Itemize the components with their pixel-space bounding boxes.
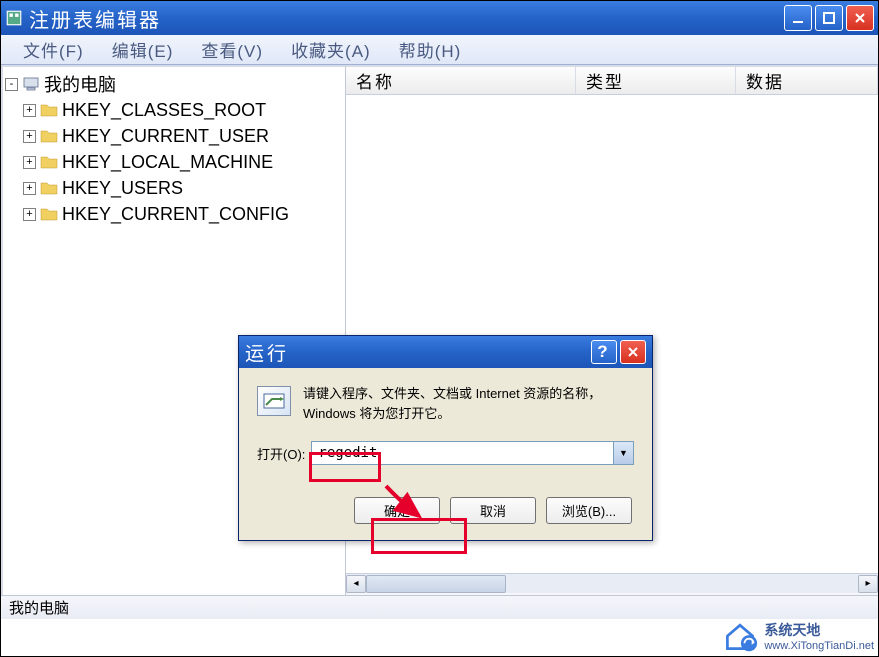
tree-item[interactable]: + HKEY_USERS — [23, 175, 343, 201]
dialog-close-button[interactable] — [620, 340, 646, 364]
tree-item-label[interactable]: HKEY_LOCAL_MACHINE — [62, 152, 273, 173]
watermark: 系统天地 www.XiTongTianDi.net — [722, 618, 874, 654]
close-button[interactable] — [846, 5, 874, 31]
browse-button[interactable]: 浏览(B)... — [546, 497, 632, 524]
scroll-left-button[interactable]: ◂ — [346, 575, 366, 593]
tree-item[interactable]: + HKEY_CURRENT_USER — [23, 123, 343, 149]
scroll-track[interactable] — [366, 575, 858, 593]
ok-button[interactable]: 确定 — [354, 497, 440, 524]
open-label: 打开(O): — [257, 444, 305, 463]
menu-edit[interactable]: 编辑(E) — [98, 35, 188, 64]
minimize-button[interactable] — [784, 5, 812, 31]
watermark-url: www.XiTongTianDi.net — [764, 640, 874, 652]
help-button[interactable]: ? — [591, 340, 617, 364]
menu-file[interactable]: 文件(F) — [9, 35, 98, 64]
combo-dropdown-button[interactable]: ▼ — [613, 442, 633, 464]
folder-icon — [40, 128, 58, 144]
tree-children: + HKEY_CLASSES_ROOT + HKEY_CURRENT_USER … — [23, 97, 343, 227]
watermark-logo-icon — [722, 618, 758, 654]
computer-icon — [22, 76, 40, 92]
maximize-button[interactable] — [815, 5, 843, 31]
folder-icon — [40, 180, 58, 196]
open-input[interactable] — [312, 445, 613, 461]
app-icon — [5, 9, 23, 27]
dialog-body: 请键入程序、文件夹、文档或 Internet 资源的名称，Windows 将为您… — [239, 368, 652, 540]
expand-icon[interactable]: + — [23, 104, 36, 117]
horizontal-scrollbar[interactable]: ◂ ▸ — [346, 573, 878, 593]
dialog-titlebar[interactable]: 运行 ? — [239, 336, 652, 368]
column-name[interactable]: 名称 — [346, 67, 576, 94]
tree-item[interactable]: + HKEY_CURRENT_CONFIG — [23, 201, 343, 227]
titlebar[interactable]: 注册表编辑器 — [1, 1, 878, 35]
scroll-thumb[interactable] — [366, 575, 506, 593]
menubar: 文件(F) 编辑(E) 查看(V) 收藏夹(A) 帮助(H) — [1, 35, 878, 65]
window-controls — [784, 5, 874, 31]
statusbar: 我的电脑 — [1, 595, 878, 619]
column-data[interactable]: 数据 — [736, 67, 878, 94]
dialog-title: 运行 — [245, 339, 591, 366]
expand-icon[interactable]: + — [23, 130, 36, 143]
list-header: 名称 类型 数据 — [346, 67, 878, 95]
watermark-name: 系统天地 — [764, 620, 874, 640]
expand-icon[interactable]: + — [23, 208, 36, 221]
expand-icon[interactable]: + — [23, 156, 36, 169]
menu-favorites[interactable]: 收藏夹(A) — [277, 35, 385, 64]
folder-icon — [40, 154, 58, 170]
folder-icon — [40, 206, 58, 222]
tree-item[interactable]: + HKEY_CLASSES_ROOT — [23, 97, 343, 123]
tree-item[interactable]: + HKEY_LOCAL_MACHINE — [23, 149, 343, 175]
open-combobox[interactable]: ▼ — [311, 441, 634, 465]
menu-help[interactable]: 帮助(H) — [385, 35, 476, 64]
scroll-right-button[interactable]: ▸ — [858, 575, 878, 593]
collapse-icon[interactable]: - — [5, 78, 18, 91]
dialog-description: 请键入程序、文件夹、文档或 Internet 资源的名称，Windows 将为您… — [303, 384, 634, 423]
expand-icon[interactable]: + — [23, 182, 36, 195]
menu-view[interactable]: 查看(V) — [187, 35, 277, 64]
tree-item-label[interactable]: HKEY_CLASSES_ROOT — [62, 100, 266, 121]
dialog-buttons: 确定 取消 浏览(B)... — [257, 497, 634, 524]
column-type[interactable]: 类型 — [576, 67, 736, 94]
tree-item-label[interactable]: HKEY_USERS — [62, 178, 183, 199]
tree-root-label[interactable]: 我的电脑 — [44, 71, 116, 97]
window-title: 注册表编辑器 — [29, 4, 784, 33]
cancel-button[interactable]: 取消 — [450, 497, 536, 524]
run-dialog[interactable]: 运行 ? 请键入程序、文件夹、文档或 Internet 资源的名称，Window… — [238, 335, 653, 541]
dialog-controls: ? — [591, 340, 646, 364]
tree-item-label[interactable]: HKEY_CURRENT_USER — [62, 126, 269, 147]
run-icon — [257, 386, 291, 416]
tree-root[interactable]: - 我的电脑 — [5, 71, 343, 97]
tree-item-label[interactable]: HKEY_CURRENT_CONFIG — [62, 204, 289, 225]
folder-icon — [40, 102, 58, 118]
statusbar-text: 我的电脑 — [9, 597, 69, 618]
